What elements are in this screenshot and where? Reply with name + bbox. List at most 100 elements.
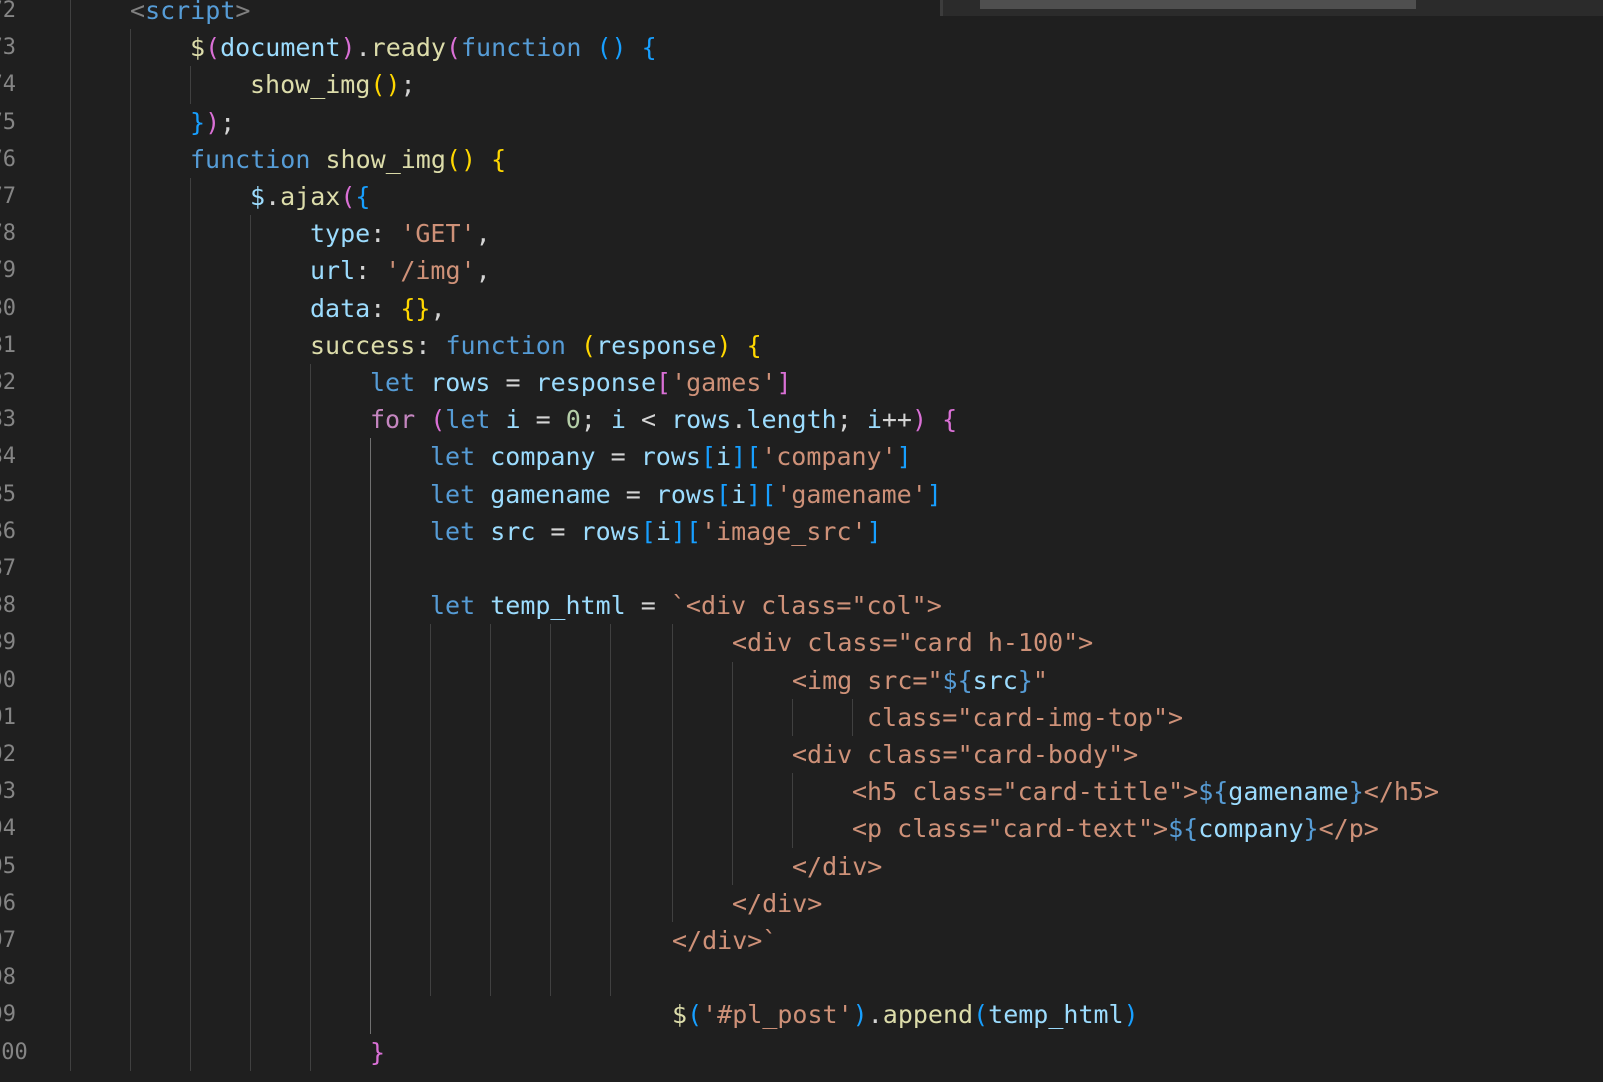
line-number[interactable]: 99 [0,996,16,1033]
code-token: ( [973,1000,989,1030]
code-line[interactable]: <div class="card h-100"> [732,624,1093,661]
code-line[interactable]: class="card-img-top"> [867,699,1183,736]
line-number[interactable]: 94 [0,810,16,847]
line-number-gutter[interactable]: 7273747576777879808182838485868788899091… [0,0,30,1082]
code-token: 0 [565,405,581,435]
line-number[interactable]: 98 [0,959,16,996]
indent-guide [250,215,251,1071]
code-token: ; [400,70,416,100]
code-line[interactable]: data: {}, [310,290,446,327]
line-number[interactable]: 84 [0,438,16,475]
code-token: : [370,219,401,249]
line-number[interactable]: 79 [0,252,16,289]
code-line[interactable]: url: '/img', [310,252,491,289]
code-line[interactable]: } [370,1034,385,1071]
line-number[interactable]: 91 [0,699,16,736]
code-token: [ [716,479,732,509]
code-token: ) [1123,1000,1139,1030]
code-line[interactable]: let temp_html = `<div class="col"> [430,587,942,624]
code-line[interactable]: for (let i = 0; i < rows.length; i++) { [370,401,957,438]
line-number[interactable]: 89 [0,624,16,661]
code-line[interactable]: <img src="${src}" [792,662,1048,699]
code-token: ( [340,182,356,211]
code-token: { [942,405,958,435]
code-line[interactable]: let gamename = rows[i]['gamename'] [430,476,942,513]
line-number[interactable]: 72 [0,0,16,29]
line-number[interactable]: 96 [0,885,16,922]
line-number[interactable]: 78 [0,215,16,252]
code-token: () [445,144,477,174]
code-line[interactable]: type: 'GET', [310,215,491,252]
code-token: src [490,516,536,546]
indent-guide [732,661,733,885]
code-token: type [310,219,371,249]
line-number[interactable]: 88 [0,587,16,624]
line-number[interactable]: 95 [0,848,16,885]
line-number[interactable]: 81 [0,327,16,364]
code-line[interactable]: <div class="card-body"> [792,736,1138,773]
line-number[interactable]: 93 [0,773,16,810]
code-token: ] [746,479,762,509]
code-token: rows [430,368,491,397]
code-line[interactable]: success: function (response) { [310,327,762,364]
indent-guide [130,29,131,1071]
line-number[interactable]: 76 [0,141,16,178]
code-line[interactable]: let src = rows[i]['image_src'] [430,513,882,550]
code-line[interactable]: <h5 class="card-title">${gamename}</h5> [852,773,1439,810]
code-line[interactable]: </div> [792,848,882,885]
code-line[interactable]: </div> [732,885,822,922]
code-token: ] [731,442,747,472]
code-token: i [731,479,747,509]
code-token: 'GET' [400,219,476,249]
indent-guide [310,364,311,1071]
code-line[interactable]: function show_img() { [190,141,506,178]
line-number[interactable]: 90 [0,662,16,699]
code-line[interactable]: $('#pl_post').append(temp_html) [672,996,1139,1033]
code-token: ( [580,330,597,360]
line-number[interactable]: 92 [0,736,16,773]
code-line[interactable]: $.ajax({ [250,178,370,215]
line-number[interactable]: 82 [0,364,16,401]
code-line[interactable]: let rows = response['games'] [370,364,792,401]
code-token: </h5> [1363,777,1440,807]
code-token: <h5 class="card-title"> [852,777,1199,807]
code-token: = [595,442,641,472]
code-token: </div> [732,888,823,918]
code-token: = [520,405,566,435]
indent-guide [430,624,431,997]
code-line[interactable]: <script> [130,0,250,29]
indent-guide [792,773,793,848]
line-number[interactable]: 80 [0,290,16,327]
line-number[interactable]: 87 [0,550,16,587]
line-number[interactable]: 86 [0,513,16,550]
code-token: </p> [1318,814,1379,844]
code-token: ( [205,33,221,63]
code-token: '#pl_post' [702,1000,853,1030]
line-number[interactable]: 74 [0,66,16,103]
line-number[interactable]: 85 [0,476,16,513]
code-token: rows [580,516,641,546]
code-token: src [972,665,1018,695]
code-token: , [475,256,491,286]
code-line[interactable]: <p class="card-text">${company}</p> [852,810,1379,847]
code-line[interactable]: let company = rows[i]['company'] [430,438,912,475]
minimap-slider[interactable] [980,0,1416,9]
line-number[interactable]: 83 [0,401,16,438]
code-line[interactable]: </div>` [672,922,777,959]
line-number[interactable]: 97 [0,922,16,959]
line-number[interactable]: 75 [0,104,16,141]
code-token: ( [430,405,446,435]
line-number[interactable]: 73 [0,29,16,66]
code-line[interactable]: show_img(); [250,66,416,103]
code-editor[interactable]: 7273747576777879808182838485868788899091… [0,0,1603,1082]
line-number[interactable]: 77 [0,178,16,215]
code-token: { [491,144,507,174]
line-number[interactable]: 100 [0,1034,28,1071]
code-token: let [445,405,491,435]
code-line[interactable]: }); [190,104,235,141]
code-line[interactable]: $(document).ready(function () { [190,29,657,66]
